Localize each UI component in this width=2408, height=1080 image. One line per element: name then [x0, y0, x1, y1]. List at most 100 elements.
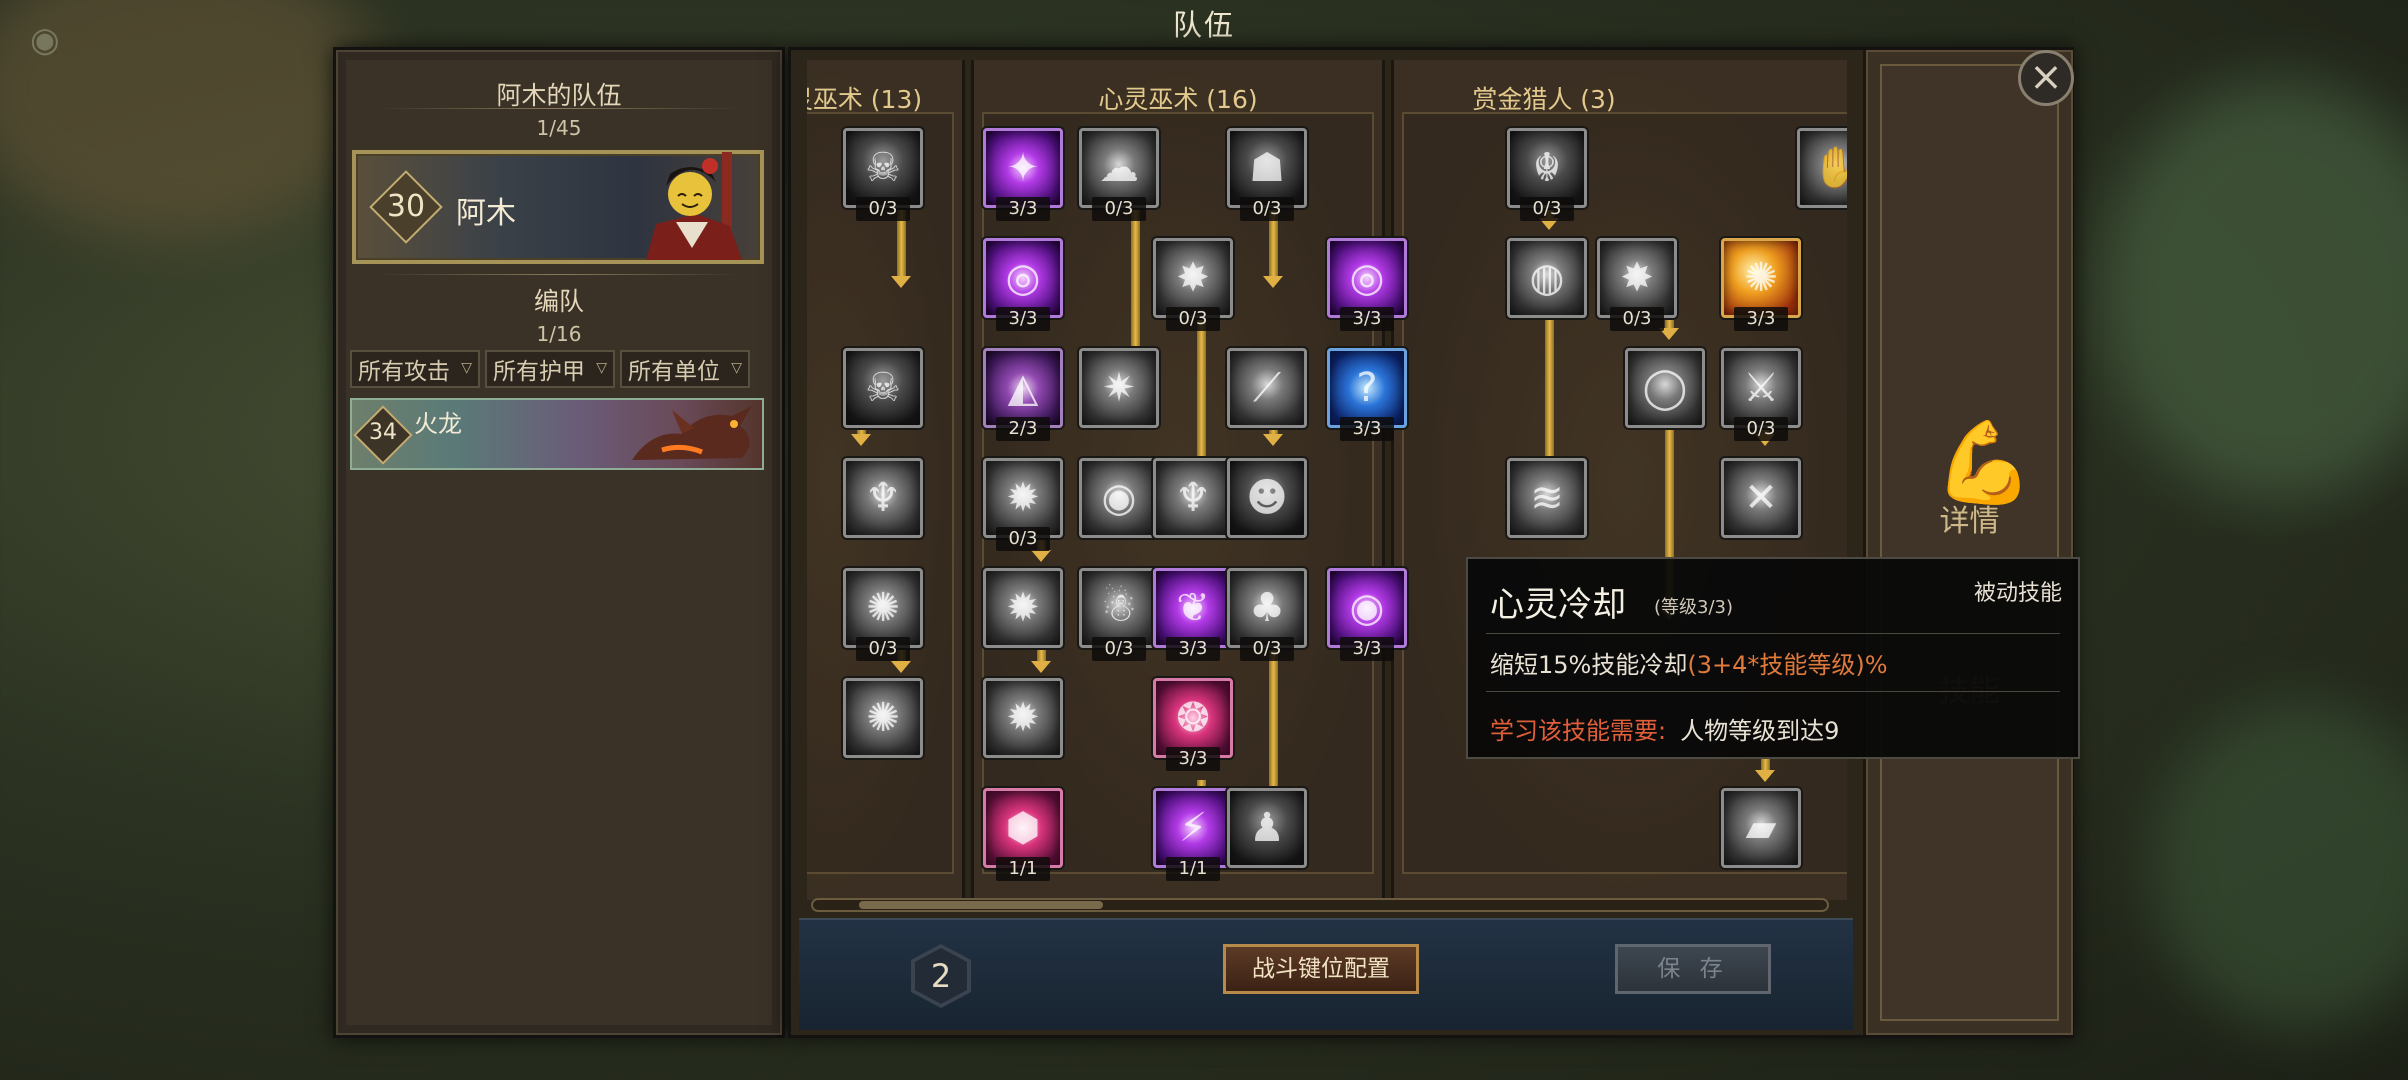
- skill-rank: 0/3: [856, 637, 910, 661]
- skill-tree-panel: 灵巫术 (13) 心灵巫术 (16) 赏金猎人 (3) ☠ 0/3: [788, 47, 2074, 1038]
- skill-tree-scroll-area[interactable]: 灵巫术 (13) 心灵巫术 (16) 赏金猎人 (3) ☠ 0/3: [807, 60, 1847, 900]
- shatter-icon: ✹: [1006, 695, 1040, 741]
- skill-slot[interactable]: ≋: [1507, 458, 1587, 538]
- skill-rank: 0/3: [1520, 197, 1574, 221]
- blade-strike-icon: ✕: [1744, 475, 1778, 521]
- skill-rank: 0/3: [856, 197, 910, 221]
- formation-title: 编队: [533, 287, 584, 316]
- skill-slot[interactable]: ☠: [843, 128, 923, 208]
- skill-slot[interactable]: ✹: [983, 678, 1063, 758]
- skill-slot[interactable]: ♆: [1153, 458, 1233, 538]
- skill-slot[interactable]: ⬢: [983, 788, 1063, 868]
- skill-slot[interactable]: ◯: [1625, 348, 1705, 428]
- skill-slot[interactable]: ◭: [983, 348, 1063, 428]
- purple-spirit-icon: ❦: [1176, 585, 1210, 631]
- tooltip-description: 缩短15%技能冷却(3+4*技能等级)%: [1490, 651, 1888, 679]
- skill-slot[interactable]: ⟋: [1227, 348, 1307, 428]
- demon-icon: ♆: [1175, 475, 1211, 521]
- hooded-figure-icon: ♟: [1249, 805, 1285, 851]
- filter-bar: 所有攻击 ▽ 所有护甲 ▽ 所有单位 ▽: [350, 350, 750, 388]
- skill-slot[interactable]: ❂: [1153, 678, 1233, 758]
- tooltip-skill-level: (等级3/3): [1654, 597, 1734, 618]
- armor-filter-dropdown[interactable]: 所有护甲 ▽: [485, 350, 615, 388]
- skill-tree-scrollbar[interactable]: [811, 898, 1829, 912]
- shatter-icon: ✹: [1006, 585, 1040, 631]
- skill-slot[interactable]: ❦: [1153, 568, 1233, 648]
- skill-slot[interactable]: ◎: [1327, 238, 1407, 318]
- skill-link: [1755, 758, 1775, 782]
- chevron-down-icon: ▽: [596, 360, 607, 376]
- ninja-icon: ☬: [1532, 145, 1562, 191]
- skill-rank: 3/3: [1734, 307, 1788, 331]
- skill-slot[interactable]: ☠: [843, 348, 923, 428]
- skill-slot[interactable]: ◉: [1327, 568, 1407, 648]
- skill-slot[interactable]: ♣: [1227, 568, 1307, 648]
- light-orb-icon: ✺: [866, 695, 900, 741]
- skill-rank: 3/3: [1166, 637, 1220, 661]
- skill-slot[interactable]: ☗: [1227, 128, 1307, 208]
- unit-level: 34: [369, 420, 397, 445]
- background-blur: [2100, 80, 2408, 500]
- skill-slot[interactable]: ◉: [1079, 458, 1159, 538]
- skill-slot[interactable]: ☃: [1079, 568, 1159, 648]
- fire-dragon-portrait: [632, 406, 752, 460]
- skill-rank: 3/3: [1166, 747, 1220, 771]
- skill-slot[interactable]: ✸: [1597, 238, 1677, 318]
- skill-rank: 3/3: [1340, 637, 1394, 661]
- skill-rank: 1/1: [1166, 857, 1220, 881]
- beast-skull-icon: ☠: [865, 365, 901, 411]
- crossed-swords-icon: ⚔: [1743, 365, 1779, 411]
- save-button[interactable]: 保 存: [1615, 944, 1771, 994]
- pink-crystal-icon: ⬢: [1005, 805, 1041, 851]
- skill-rank: 0/3: [1240, 637, 1294, 661]
- spiral-orb-icon: ◉: [1101, 475, 1137, 521]
- light-burst-icon: ✸: [1176, 255, 1210, 301]
- keybind-config-button[interactable]: 战斗键位配置: [1223, 944, 1419, 994]
- skill-slot[interactable]: ⚡: [1153, 788, 1233, 868]
- divider: [376, 274, 742, 275]
- hand-icon: ✋: [1800, 131, 1847, 205]
- skill-slot[interactable]: ⚔: [1721, 348, 1801, 428]
- skill-slot[interactable]: ✸: [1153, 238, 1233, 318]
- purple-vortex-icon: ◎: [1349, 255, 1385, 301]
- skill-slot[interactable]: ◎: [983, 238, 1063, 318]
- attack-filter-dropdown[interactable]: 所有攻击 ▽: [350, 350, 480, 388]
- purple-eye-icon: ◉: [1349, 585, 1385, 631]
- formation-count: 1/16: [536, 322, 582, 346]
- close-button[interactable]: ×: [2018, 50, 2074, 106]
- bottom-bar: 2 战斗键位配置 保 存: [799, 918, 1853, 1030]
- skill-slot[interactable]: ✹: [983, 568, 1063, 648]
- skill-slot[interactable]: ✷: [1079, 348, 1159, 428]
- column-title: 心灵巫术 (16): [1098, 85, 1258, 114]
- skill-slot[interactable]: ?: [1327, 348, 1407, 428]
- beast-skull-icon: ☠: [865, 145, 901, 191]
- scrollbar-thumb[interactable]: [859, 901, 1103, 909]
- skill-rank: 0/3: [1092, 637, 1146, 661]
- skill-slot[interactable]: ♟: [1227, 788, 1307, 868]
- skill-slot[interactable]: ☻: [1227, 458, 1307, 538]
- skill-slot[interactable]: ✋: [1797, 128, 1847, 208]
- background-blur: [2150, 700, 2408, 1030]
- detail-tab[interactable]: 详情: [1882, 496, 2057, 540]
- detail-side-panel: 💪 详情 技能: [1863, 50, 2073, 1035]
- skill-slot[interactable]: ☬: [1507, 128, 1587, 208]
- wind-slash-icon: ≋: [1530, 475, 1564, 521]
- skill-rank: 0/3: [1092, 197, 1146, 221]
- skill-slot[interactable]: ◍: [1507, 238, 1587, 318]
- skill-slot[interactable]: ☁: [1079, 128, 1159, 208]
- skill-slot[interactable]: ✺: [1721, 238, 1801, 318]
- hero-name: 阿木: [456, 196, 516, 231]
- hero-card[interactable]: 30 阿木: [352, 150, 764, 264]
- skill-rank: 0/3: [1166, 307, 1220, 331]
- skill-slot[interactable]: ♆: [843, 458, 923, 538]
- skill-slot[interactable]: ✦: [983, 128, 1063, 208]
- unit-card[interactable]: 34 火龙: [350, 398, 764, 470]
- skill-rank: 0/3: [1734, 417, 1788, 441]
- skill-slot[interactable]: ▰: [1721, 788, 1801, 868]
- skill-slot[interactable]: ✕: [1721, 458, 1801, 538]
- unit-filter-dropdown[interactable]: 所有单位 ▽: [620, 350, 750, 388]
- fire-burst-icon: ✺: [1744, 255, 1778, 301]
- skill-slot[interactable]: ✹: [983, 458, 1063, 538]
- skill-slot[interactable]: ✺: [843, 568, 923, 648]
- skill-slot[interactable]: ✺: [843, 678, 923, 758]
